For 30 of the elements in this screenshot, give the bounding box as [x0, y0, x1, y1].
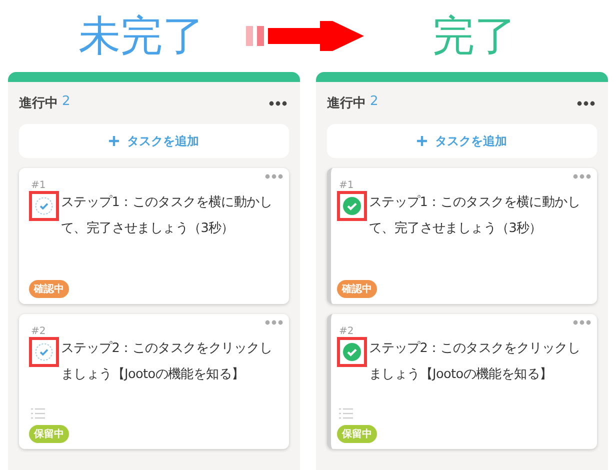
check-circle-icon[interactable]: [343, 343, 361, 361]
status-tag: 確認中: [337, 280, 377, 298]
task-number: #1: [339, 180, 355, 191]
task-number: #1: [31, 180, 47, 191]
status-tag: 保留中: [337, 425, 377, 443]
task-count: 2: [62, 94, 70, 111]
status-label: 完了: [432, 10, 516, 62]
task-count: 2: [370, 94, 378, 111]
task-title: ステップ1：このタスクを横に動かして、完了させましょう（3秒）: [369, 194, 582, 238]
column-title: 進行中: [327, 95, 366, 112]
task-title: ステップ2：このタスクをクリックしましょう【Jootoの機能を知る】: [61, 340, 274, 384]
status-tag: 確認中: [29, 280, 69, 298]
more-icon[interactable]: [577, 100, 595, 106]
plus-icon: [109, 136, 119, 146]
task-card[interactable]: #2 ステップ2：このタスクをクリックしましょう【Jootoの機能を知る】 保留中: [19, 314, 289, 449]
task-number: #2: [339, 326, 355, 337]
task-card[interactable]: #1 ステップ1：このタスクを横に動かして、完了させましょう（3秒） 確認中: [19, 168, 289, 304]
check-circle-icon[interactable]: [35, 197, 53, 215]
status-tag: 保留中: [29, 425, 69, 443]
task-title: ステップ2：このタスクをクリックしましょう【Jootoの機能を知る】: [369, 340, 582, 384]
check-circle-icon[interactable]: [343, 197, 361, 215]
plus-icon: [417, 136, 427, 146]
check-circle-icon[interactable]: [35, 343, 53, 361]
task-number: #2: [31, 326, 47, 337]
column-title: 進行中: [19, 95, 58, 112]
task-title: ステップ1：このタスクを横に動かして、完了させましょう（3秒）: [61, 194, 274, 238]
status-label: 未完了: [78, 10, 204, 62]
task-card[interactable]: #2 ステップ2：このタスクをクリックしましょう【Jootoの機能を知る】 保留中: [327, 314, 597, 449]
task-card[interactable]: #1 ステップ1：このタスクを横に動かして、完了させましょう（3秒） 確認中: [327, 168, 597, 304]
more-icon[interactable]: [269, 100, 287, 106]
